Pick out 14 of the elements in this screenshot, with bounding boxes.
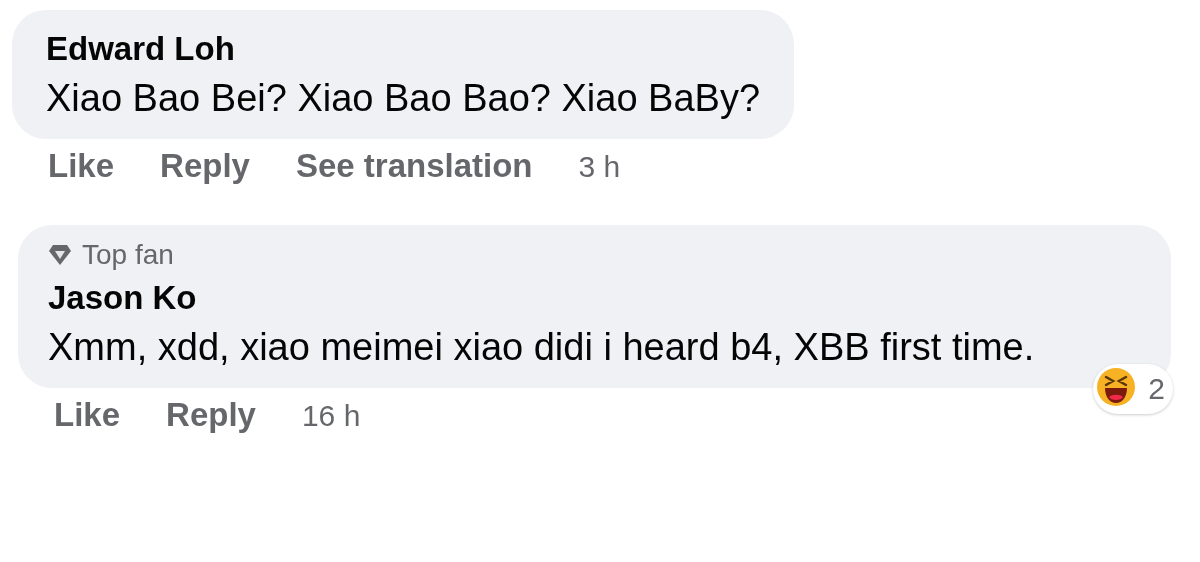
author-name[interactable]: Edward Loh: [46, 30, 761, 68]
action-link[interactable]: Like: [54, 396, 121, 435]
badge-label: Top fan: [82, 239, 174, 272]
reaction-count[interactable]: 2: [1093, 364, 1173, 415]
action-link[interactable]: Reply: [166, 396, 256, 435]
comment-text: Xiao Bao Bei? Xiao Bao Bao? Xiao BaBy?: [46, 76, 761, 121]
reaction-number: 2: [1148, 372, 1165, 407]
author-name[interactable]: Jason Ko: [48, 279, 1137, 318]
timestamp[interactable]: 16 h: [301, 399, 361, 434]
action-link[interactable]: Reply: [160, 147, 250, 186]
comment-text: Xmm, xdd, xiao meimei xiao didi i heard b4, XBB first time.: [48, 325, 1036, 371]
timestamp[interactable]: 3 h: [578, 150, 621, 185]
action-link[interactable]: See translation: [295, 147, 533, 186]
action-link[interactable]: Like: [48, 147, 115, 186]
